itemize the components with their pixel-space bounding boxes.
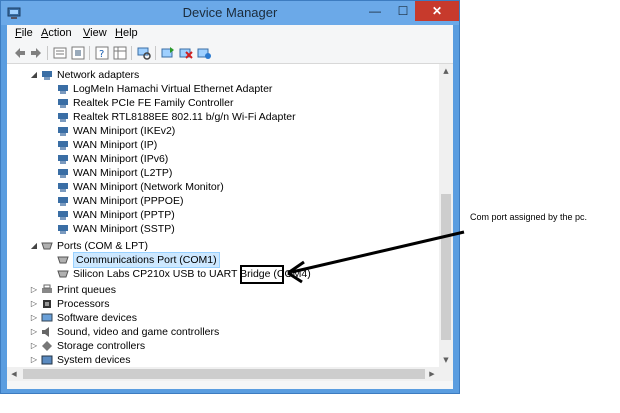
annotation-arrow-line <box>291 230 465 274</box>
annotation-arrow <box>287 230 465 284</box>
annotation-note: Com port assigned by the pc. <box>470 212 588 222</box>
